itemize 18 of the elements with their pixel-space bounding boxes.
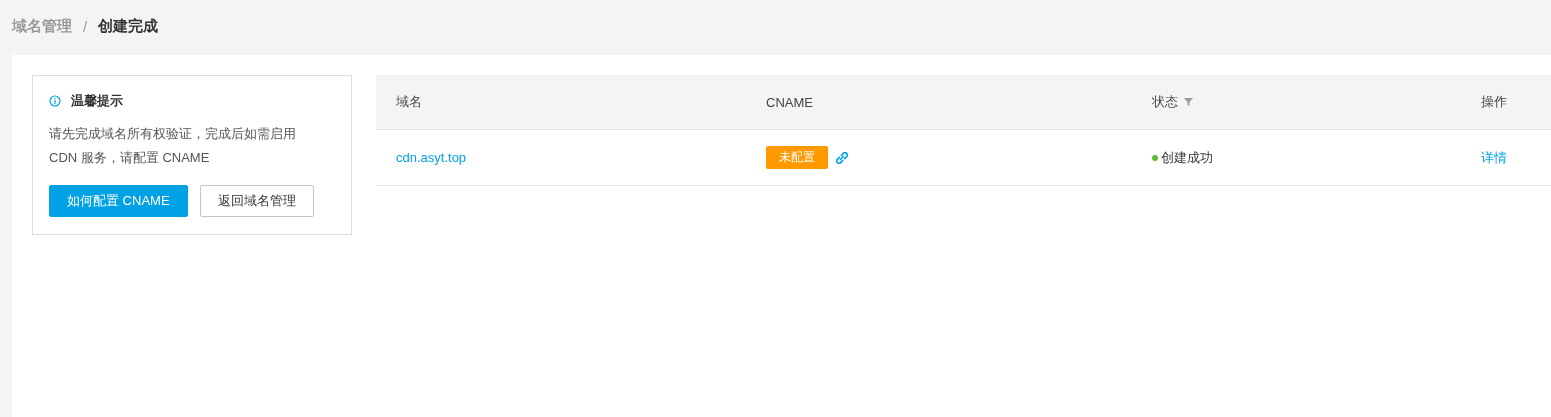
status-tag: 未配置 (766, 146, 828, 169)
info-icon (49, 95, 61, 107)
cname-guide-button[interactable]: 如何配置 CNAME (49, 185, 188, 217)
column-header: 操作 (1480, 93, 1508, 111)
column-header: CNAME (765, 93, 814, 112)
breadcrumb-item: 创建完成 (98, 17, 159, 36)
details-link[interactable]: 详情 (1481, 148, 1507, 167)
column-header[interactable]: 状态 (1132, 75, 1461, 129)
tip-title: 温馨提示 (71, 92, 123, 110)
breadcrumb-separator: / (83, 18, 88, 35)
domain-link[interactable]: cdn.asyt.top (396, 150, 467, 165)
back-button[interactable]: 返回域名管理 (199, 185, 314, 217)
filter-icon (1184, 98, 1193, 106)
breadcrumb-item[interactable]: 域名管理 (12, 17, 72, 36)
tip-text: 请先完成域名所有权验证，完成后如需启用 CDN 服务，请配置 CNAME (49, 125, 297, 167)
link-icon[interactable] (836, 151, 848, 164)
column-header: 域名 (395, 93, 423, 111)
status-text: 创建成功 (1161, 148, 1213, 167)
